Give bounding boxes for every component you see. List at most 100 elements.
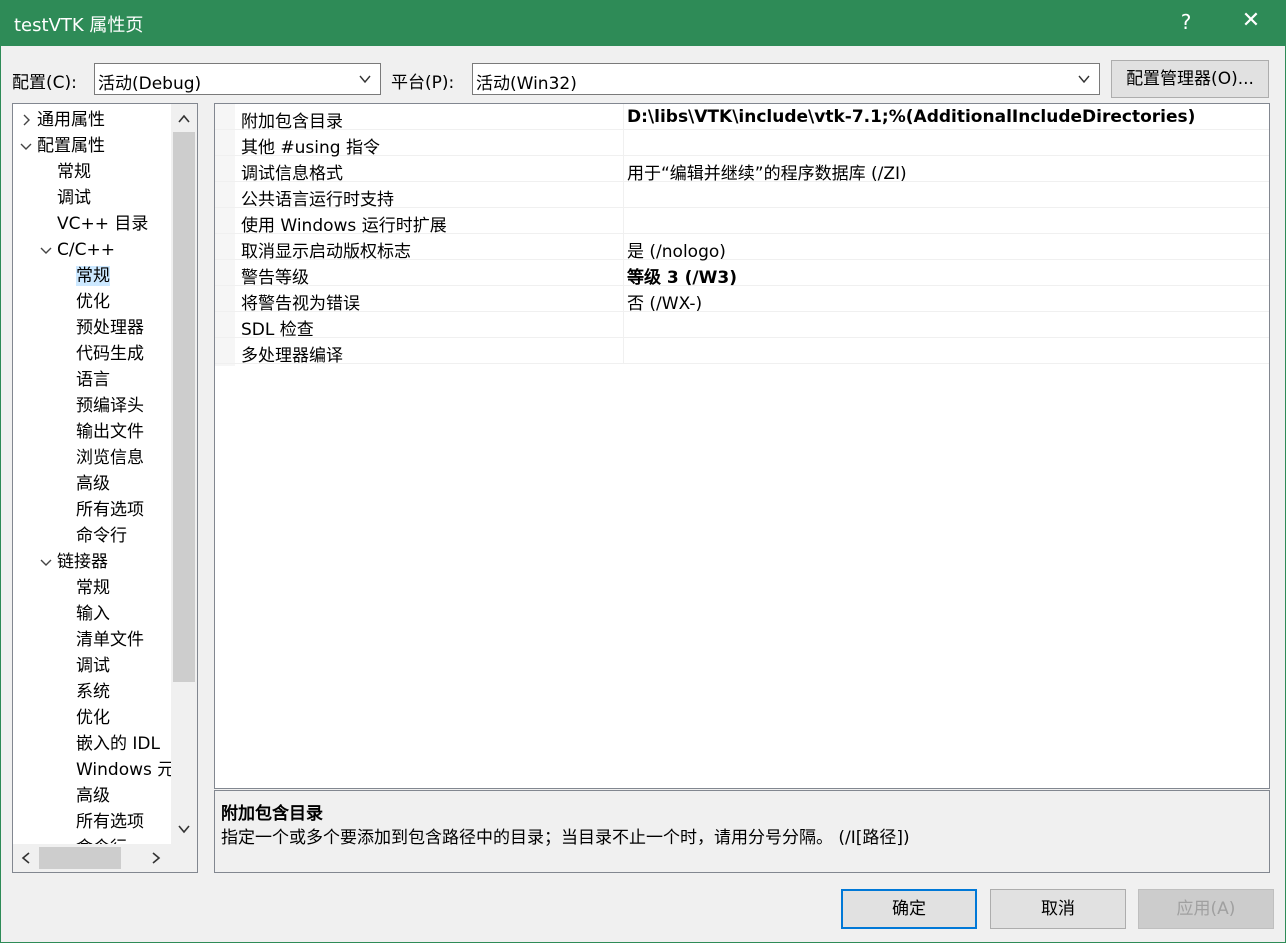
tree-horizontal-thumb[interactable]: [39, 847, 121, 869]
property-row[interactable]: 将警告视为错误 否 (/WX-): [215, 286, 1269, 314]
property-row[interactable]: SDL 检查: [215, 312, 1269, 340]
expand-down-icon[interactable]: [39, 243, 53, 257]
config-combo[interactable]: 活动(Debug): [94, 63, 381, 95]
property-value[interactable]: D:\libs\VTK\include\vtk-7.1;%(Additional…: [627, 107, 1195, 127]
tree-item-label: 常规: [76, 266, 110, 286]
scroll-left-icon[interactable]: [19, 851, 33, 865]
column-divider[interactable]: [623, 286, 624, 312]
column-divider[interactable]: [623, 234, 624, 260]
tree-item-label: 浏览信息: [76, 448, 144, 468]
title-bar: testVTK 属性页 ? ✕: [0, 0, 1286, 46]
tree-item[interactable]: VC++ 目录: [57, 211, 148, 237]
tree-item[interactable]: 语言: [76, 367, 110, 393]
property-row[interactable]: 取消显示启动版权标志 是 (/nologo): [215, 234, 1269, 262]
property-row[interactable]: 多处理器编译: [215, 338, 1269, 366]
tree-item[interactable]: 高级: [76, 783, 110, 809]
tree-items: 通用属性 配置属性 常规 调试 VC++ 目录 C/C++ 常规 优化 预处理器 代码生成 语言 预编…: [13, 104, 173, 844]
tree-item[interactable]: 优化: [76, 289, 110, 315]
tree-item-label: 预编译头: [76, 396, 144, 416]
property-row[interactable]: 其他 #using 指令: [215, 130, 1269, 158]
property-row[interactable]: 附加包含目录 D:\libs\VTK\include\vtk-7.1;%(Addi…: [215, 104, 1269, 132]
expand-down-icon[interactable]: [39, 555, 53, 569]
column-divider[interactable]: [623, 104, 624, 130]
tree-vertical-thumb[interactable]: [173, 132, 195, 682]
column-divider[interactable]: [623, 182, 624, 208]
tree-item[interactable]: 常规: [57, 159, 91, 185]
tree-item-label: 常规: [76, 578, 110, 598]
tree-vertical-scrollbar[interactable]: [171, 104, 197, 844]
expand-right-icon[interactable]: [19, 113, 33, 127]
tree-item-label: 配置属性: [37, 136, 105, 156]
property-row[interactable]: 公共语言运行时支持: [215, 182, 1269, 210]
tree-item-label: 链接器: [57, 552, 108, 572]
platform-combo[interactable]: 活动(Win32): [472, 63, 1100, 95]
column-divider[interactable]: [623, 312, 624, 338]
property-row[interactable]: 警告等级 等级 3 (/W3): [215, 260, 1269, 288]
tree-item[interactable]: 常规: [76, 263, 110, 289]
close-button[interactable]: ✕: [1238, 8, 1264, 33]
tree-item[interactable]: 配置属性: [20, 133, 105, 159]
tree-item[interactable]: 调试: [57, 185, 91, 211]
property-name: 公共语言运行时支持: [241, 190, 394, 210]
tree-item[interactable]: C/C++: [40, 237, 115, 263]
tree-item-label: 调试: [76, 656, 110, 676]
description-title: 附加包含目录: [221, 804, 323, 824]
tree-item[interactable]: 嵌入的 IDL: [76, 731, 160, 757]
scroll-right-icon[interactable]: [149, 851, 163, 865]
tree-item[interactable]: 代码生成: [76, 341, 144, 367]
tree-item-label: C/C++: [57, 240, 115, 260]
tree-item[interactable]: 调试: [76, 653, 110, 679]
tree-item[interactable]: 浏览信息: [76, 445, 144, 471]
property-value[interactable]: 用于“编辑并继续”的程序数据库 (/ZI): [627, 159, 907, 184]
description-panel: 附加包含目录 指定一个或多个要添加到包含路径中的目录；当目录不止一个时，请用分号…: [214, 790, 1270, 873]
property-value[interactable]: 否 (/WX-): [627, 289, 702, 314]
tree-item[interactable]: 命令行: [76, 835, 127, 844]
help-button[interactable]: ?: [1174, 10, 1198, 34]
property-name: 多处理器编译: [241, 346, 343, 366]
tree-item[interactable]: 输出文件: [76, 419, 144, 445]
tree-item[interactable]: 链接器: [40, 549, 108, 575]
column-divider[interactable]: [623, 130, 624, 156]
expand-down-icon[interactable]: [19, 139, 33, 153]
tree-item-label: 输入: [76, 604, 110, 624]
platform-label: 平台(P):: [391, 73, 455, 93]
property-value[interactable]: 等级 3 (/W3): [627, 263, 737, 288]
tree-item[interactable]: 所有选项: [76, 809, 144, 835]
tree-item[interactable]: 常规: [76, 575, 110, 601]
tree-item[interactable]: 预处理器: [76, 315, 144, 341]
cancel-button[interactable]: 取消: [990, 889, 1126, 929]
property-name: SDL 检查: [241, 320, 314, 340]
tree-item[interactable]: 通用属性: [23, 107, 105, 133]
tree-item[interactable]: 输入: [76, 601, 110, 627]
tree-item[interactable]: 系统: [76, 679, 110, 705]
property-grid[interactable]: 附加包含目录 D:\libs\VTK\include\vtk-7.1;%(Addi…: [214, 103, 1270, 789]
column-divider[interactable]: [623, 260, 624, 286]
column-divider[interactable]: [623, 156, 624, 182]
tree-item[interactable]: 所有选项: [76, 497, 144, 523]
tree-item[interactable]: 命令行: [76, 523, 127, 549]
property-row[interactable]: 使用 Windows 运行时扩展: [215, 208, 1269, 236]
ok-button[interactable]: 确定: [841, 889, 977, 929]
tree-item-label: 所有选项: [76, 812, 144, 832]
property-row[interactable]: 调试信息格式 用于“编辑并继续”的程序数据库 (/ZI): [215, 156, 1269, 184]
tree-item[interactable]: 清单文件: [76, 627, 144, 653]
scroll-down-icon[interactable]: [177, 822, 191, 836]
apply-button[interactable]: 应用(A): [1138, 889, 1274, 929]
property-value[interactable]: 是 (/nologo): [627, 237, 726, 262]
tree-item[interactable]: Windows 元数据: [76, 757, 173, 783]
property-name: 其他 #using 指令: [241, 138, 380, 158]
config-manager-button[interactable]: 配置管理器(O)...: [1111, 60, 1269, 98]
tree-item-label: 高级: [76, 786, 110, 806]
tree-item-label: Windows 元数据: [76, 760, 173, 780]
tree-item[interactable]: 高级: [76, 471, 110, 497]
platform-value: 活动(Win32): [476, 74, 577, 94]
property-tree[interactable]: 通用属性 配置属性 常规 调试 VC++ 目录 C/C++ 常规 优化 预处理器 代码生成 语言 预编…: [12, 103, 198, 873]
column-divider[interactable]: [623, 208, 624, 234]
tree-item-label: 优化: [76, 708, 110, 728]
column-divider[interactable]: [623, 338, 624, 364]
scroll-up-icon[interactable]: [177, 112, 191, 126]
tree-item[interactable]: 优化: [76, 705, 110, 731]
tree-item[interactable]: 预编译头: [76, 393, 144, 419]
chevron-down-icon: [1078, 75, 1090, 84]
tree-horizontal-scrollbar[interactable]: [13, 844, 197, 872]
